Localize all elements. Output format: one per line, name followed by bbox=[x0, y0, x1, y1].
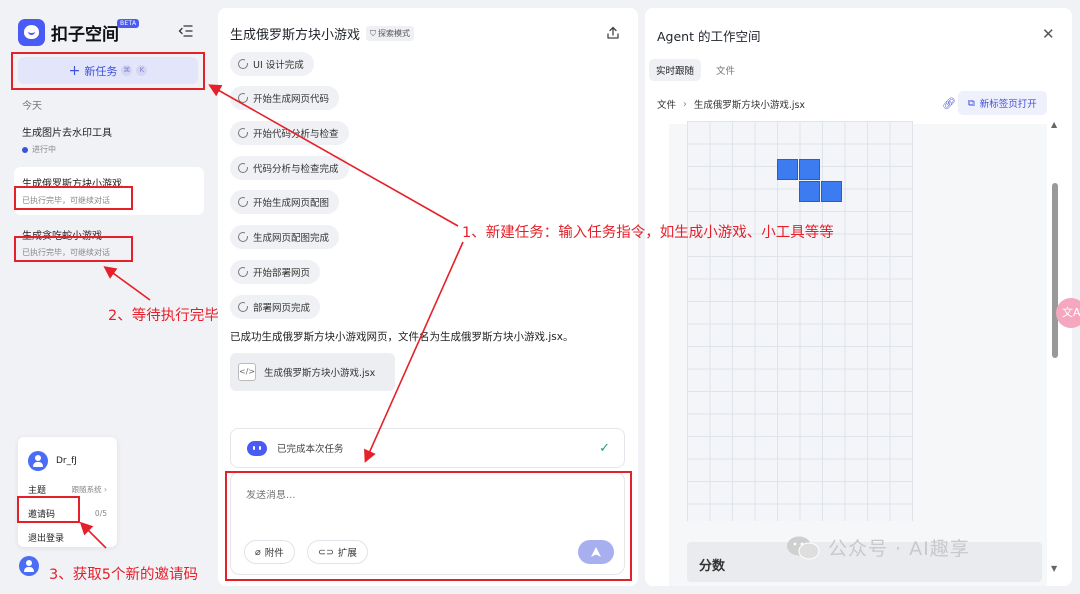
watermark: 公众号 · AI趣享 bbox=[786, 534, 970, 561]
scroll-down-icon[interactable]: ▼ bbox=[1051, 564, 1057, 573]
brand[interactable]: 扣子空间 bbox=[18, 19, 119, 46]
in-progress-dot-icon bbox=[22, 146, 28, 153]
step-chip: 开始生成网页配图 bbox=[230, 190, 340, 214]
task-complete-text: 已完成本次任务 bbox=[277, 444, 344, 455]
highlight-composer bbox=[225, 471, 632, 581]
theme-label: 主题 bbox=[28, 485, 47, 496]
loading-ring-icon bbox=[238, 232, 249, 242]
avatar bbox=[28, 451, 48, 471]
tetromino-block bbox=[799, 181, 820, 202]
beta-badge: BETA bbox=[117, 19, 140, 28]
file-name: 生成俄罗斯方块小游戏.jsx bbox=[264, 368, 376, 379]
open-new-tab-label: 新标签页打开 bbox=[979, 99, 1037, 110]
mode-badge: ⛉ 探索模式 bbox=[366, 26, 415, 41]
step-chip: 开始生成网页代码 bbox=[230, 86, 340, 110]
close-icon[interactable]: ✕ bbox=[1042, 25, 1055, 43]
chat-header: 生成俄罗斯方块小游戏 ⛉ 探索模式 bbox=[230, 24, 415, 43]
watermark-text: 公众号 · AI趣享 bbox=[828, 538, 970, 560]
step-chip: 代码分析与检查完成 bbox=[230, 156, 349, 180]
chat-title: 生成俄罗斯方块小游戏 bbox=[230, 28, 361, 43]
annotation-step-2: 2、等待执行完毕 bbox=[108, 308, 219, 324]
tetromino-block bbox=[821, 181, 842, 202]
loading-ring-icon bbox=[238, 128, 249, 138]
external-link-icon: ⧉ bbox=[968, 97, 975, 109]
tetris-board[interactable] bbox=[687, 121, 913, 521]
step-chip: 开始部署网页 bbox=[230, 260, 321, 284]
step-chip: 生成网页配图完成 bbox=[230, 225, 340, 249]
highlight-task-status-2 bbox=[14, 236, 133, 262]
file-attachment[interactable]: </> 生成俄罗斯方块小游戏.jsx bbox=[230, 353, 395, 391]
tetromino-block bbox=[777, 159, 798, 180]
workspace-title: Agent 的工作空间 bbox=[657, 29, 761, 44]
open-new-tab-button[interactable]: ⧉ 新标签页打开 bbox=[958, 91, 1047, 115]
breadcrumb-root[interactable]: 文件 bbox=[657, 97, 676, 111]
game-preview: 分数 bbox=[669, 121, 1047, 586]
annotation-step-1: 1、新建任务：输入任务指令，如生成小游戏、小工具等等 bbox=[462, 225, 834, 241]
logout-menu-item[interactable]: 退出登录 bbox=[18, 525, 117, 549]
loading-ring-icon bbox=[238, 302, 249, 312]
result-message: 已成功生成俄罗斯方块小游戏网页，文件名为生成俄罗斯方块小游戏.jsx。 bbox=[230, 331, 574, 343]
scrollbar-thumb[interactable] bbox=[1052, 183, 1058, 358]
invite-count: 0/5 bbox=[94, 508, 107, 518]
section-today: 今天 bbox=[22, 101, 42, 112]
collapse-sidebar-icon[interactable] bbox=[178, 23, 194, 39]
highlight-task-status-1 bbox=[14, 186, 133, 210]
shield-icon: ⛉ bbox=[370, 28, 377, 38]
loading-ring-icon bbox=[238, 197, 249, 207]
mode-badge-label: 探索模式 bbox=[378, 29, 411, 38]
check-icon: ✓ bbox=[599, 440, 610, 456]
brand-name: 扣子空间 bbox=[51, 25, 119, 45]
user-menu: Dr_fJ 主题 跟随系统 › 邀请码 0/5 退出登录 bbox=[18, 437, 117, 547]
user-avatar-button[interactable] bbox=[19, 556, 39, 576]
task-status: 进行中 bbox=[22, 144, 196, 155]
tab-live-follow[interactable]: 实时跟随 bbox=[649, 59, 702, 81]
task-title: 生成图片去水印工具 bbox=[22, 128, 112, 139]
theme-value: 跟随系统 › bbox=[71, 484, 107, 494]
loading-ring-icon bbox=[238, 267, 249, 277]
breadcrumb: 文件 › 生成俄罗斯方块小游戏.jsx bbox=[657, 97, 806, 112]
tetromino-block bbox=[799, 159, 820, 180]
task-item[interactable]: 生成图片去水印工具 进行中 bbox=[14, 116, 204, 164]
translate-icon[interactable]: 文A bbox=[1056, 298, 1080, 328]
logout-label: 退出登录 bbox=[28, 533, 65, 544]
user-name: Dr_fJ bbox=[56, 456, 77, 466]
annotation-step-3: 3、获取5个新的邀请码 bbox=[49, 567, 198, 583]
task-complete-card: 已完成本次任务 ✓ bbox=[230, 428, 625, 468]
score-label: 分数 bbox=[699, 559, 726, 574]
code-file-icon: </> bbox=[238, 363, 256, 381]
scroll-up-icon[interactable]: ▲ bbox=[1051, 120, 1057, 129]
link-icon[interactable]: 🔗︎ bbox=[942, 97, 956, 110]
agent-icon bbox=[247, 440, 267, 456]
loading-ring-icon bbox=[238, 93, 249, 103]
highlight-invite-code bbox=[17, 496, 80, 523]
highlight-new-task bbox=[11, 52, 205, 90]
tab-files[interactable]: 文件 bbox=[709, 59, 742, 81]
share-icon[interactable] bbox=[606, 26, 620, 40]
step-chip: 部署网页完成 bbox=[230, 295, 321, 319]
brand-logo-icon bbox=[18, 19, 45, 46]
step-chip: 开始代码分析与检查 bbox=[230, 121, 349, 145]
wechat-icon bbox=[787, 536, 820, 559]
task-status-text: 进行中 bbox=[32, 145, 56, 154]
breadcrumb-file: 生成俄罗斯方块小游戏.jsx bbox=[693, 100, 806, 111]
chevron-right-icon: › bbox=[683, 98, 687, 110]
workspace-tabs: 实时跟随 文件 bbox=[649, 59, 750, 81]
user-profile[interactable]: Dr_fJ bbox=[18, 437, 117, 477]
step-chip: UI 设计完成 bbox=[230, 52, 314, 76]
loading-ring-icon bbox=[238, 163, 249, 173]
loading-ring-icon bbox=[238, 59, 249, 69]
agent-workspace: Agent 的工作空间 ✕ 实时跟随 文件 文件 › 生成俄罗斯方块小游戏.js… bbox=[645, 8, 1072, 586]
